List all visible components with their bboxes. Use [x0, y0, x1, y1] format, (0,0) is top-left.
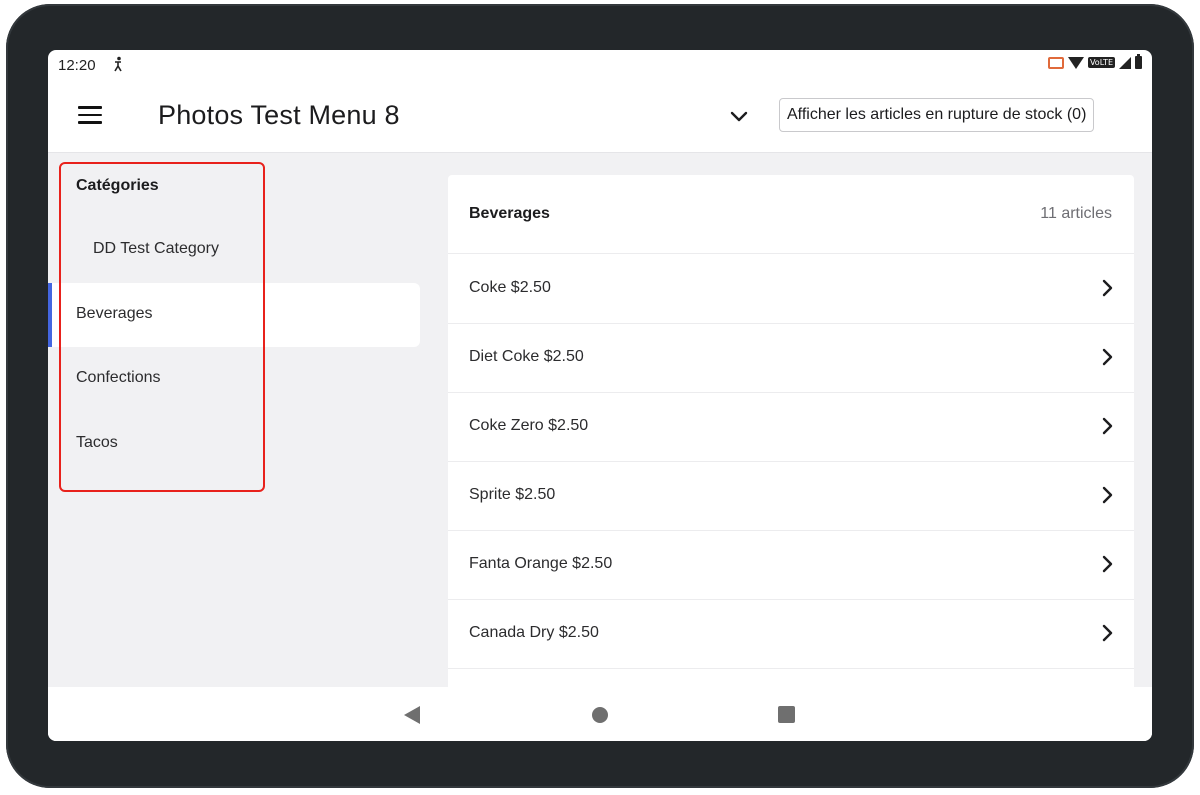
item-label: Diet Coke $2.50 — [469, 348, 584, 365]
chevron-right-icon — [1102, 486, 1113, 504]
back-icon[interactable] — [404, 706, 420, 724]
sidebar-item-tacos[interactable]: Tacos — [48, 412, 420, 476]
list-item[interactable]: Canada Dry $2.50 — [448, 599, 1134, 669]
signal-icon — [1119, 56, 1131, 69]
item-label: Sprite $2.50 — [469, 486, 556, 503]
panel-header: Beverages 11 articles — [448, 175, 1134, 254]
volte-icon: VoLTE — [1087, 57, 1115, 68]
system-nav-bar — [48, 687, 1152, 741]
sidebar-item-beverages[interactable]: Beverages — [48, 283, 420, 347]
chevron-right-icon — [1102, 348, 1113, 366]
device-screen: 12:20 VoLTE Photos Test Menu 8 Afficher … — [48, 50, 1152, 741]
item-label: Coke Zero $2.50 — [469, 417, 589, 434]
cast-icon — [1047, 56, 1064, 69]
chevron-right-icon — [1102, 555, 1113, 573]
item-label: Fanta Orange $2.50 — [469, 555, 613, 572]
battery-icon — [1135, 54, 1142, 69]
list-item[interactable]: Sprite $2.50 — [448, 461, 1134, 531]
list-item[interactable]: Fanta Orange $2.50 — [448, 530, 1134, 600]
recents-icon[interactable] — [778, 706, 795, 723]
show-out-of-stock-button[interactable]: Afficher les articles en rupture de stoc… — [779, 98, 1095, 132]
app-bar: Photos Test Menu 8 Afficher les articles… — [48, 80, 1152, 153]
list-item[interactable]: Coke $2.50 — [448, 254, 1134, 324]
activity-icon — [112, 56, 124, 76]
status-icons: VoLTE — [1047, 54, 1142, 69]
home-icon[interactable] — [592, 707, 608, 723]
categories-heading: Catégories — [76, 177, 159, 194]
chevron-right-icon — [1102, 279, 1113, 297]
menu-icon[interactable] — [78, 106, 102, 126]
sidebar-item-dd-test-category[interactable]: DD Test Category — [48, 218, 420, 282]
sidebar-item-label: Beverages — [76, 305, 153, 322]
wifi-icon — [1067, 56, 1084, 69]
item-label: Coke $2.50 — [469, 279, 551, 296]
list-item[interactable]: Coke Zero $2.50 — [448, 392, 1134, 462]
sidebar-item-label: Tacos — [76, 434, 118, 451]
sidebar-item-label: DD Test Category — [93, 240, 219, 257]
chevron-right-icon — [1102, 417, 1113, 435]
panel-title: Beverages — [469, 205, 550, 222]
sidebar-item-confections[interactable]: Confections — [48, 347, 420, 411]
category-sidebar: Catégories DD Test Category Beverages Co… — [48, 153, 428, 687]
item-label: Canada Dry $2.50 — [469, 624, 599, 641]
sidebar-item-label: Confections — [76, 369, 161, 386]
main-content: Catégories DD Test Category Beverages Co… — [48, 153, 1152, 695]
items-panel: Beverages 11 articles Coke $2.50 Diet Co… — [448, 175, 1134, 695]
item-count: 11 articles — [1040, 205, 1112, 222]
chevron-right-icon — [1102, 624, 1113, 642]
status-time: 12:20 — [58, 57, 96, 74]
page-title: Photos Test Menu 8 — [158, 100, 400, 130]
chevron-down-icon[interactable] — [724, 102, 754, 132]
list-item[interactable]: Diet Coke $2.50 — [448, 323, 1134, 393]
status-bar: 12:20 VoLTE — [48, 50, 1152, 80]
